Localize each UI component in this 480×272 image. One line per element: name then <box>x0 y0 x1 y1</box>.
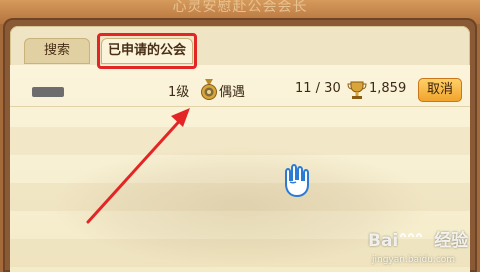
tab-search[interactable]: 搜索 <box>24 38 90 64</box>
member-count: 11 / 30 <box>295 81 341 96</box>
row-divider <box>10 106 470 107</box>
medal-icon <box>201 79 217 100</box>
watermark-brand-text: Bai <box>368 231 399 251</box>
trophy-icon <box>347 81 367 99</box>
guild-score: 1,859 <box>369 81 407 96</box>
pointer-hand-icon <box>285 164 309 198</box>
tab-highlight-box <box>97 33 197 69</box>
window-title: 心灵安慰赴公会会长 <box>172 0 308 15</box>
guild-leader: 偶遇 <box>219 85 246 100</box>
watermark-brand2-text: 经验 <box>434 231 469 251</box>
cancel-button[interactable]: 取消 <box>418 78 462 102</box>
red-arrow-annotation <box>86 108 190 224</box>
watermark-url: jingyan.baidu.com <box>372 255 456 265</box>
guild-name-redacted <box>32 87 64 97</box>
guild-level: 1级 <box>168 85 190 100</box>
watermark-brand: Bai 经验 <box>368 226 468 251</box>
